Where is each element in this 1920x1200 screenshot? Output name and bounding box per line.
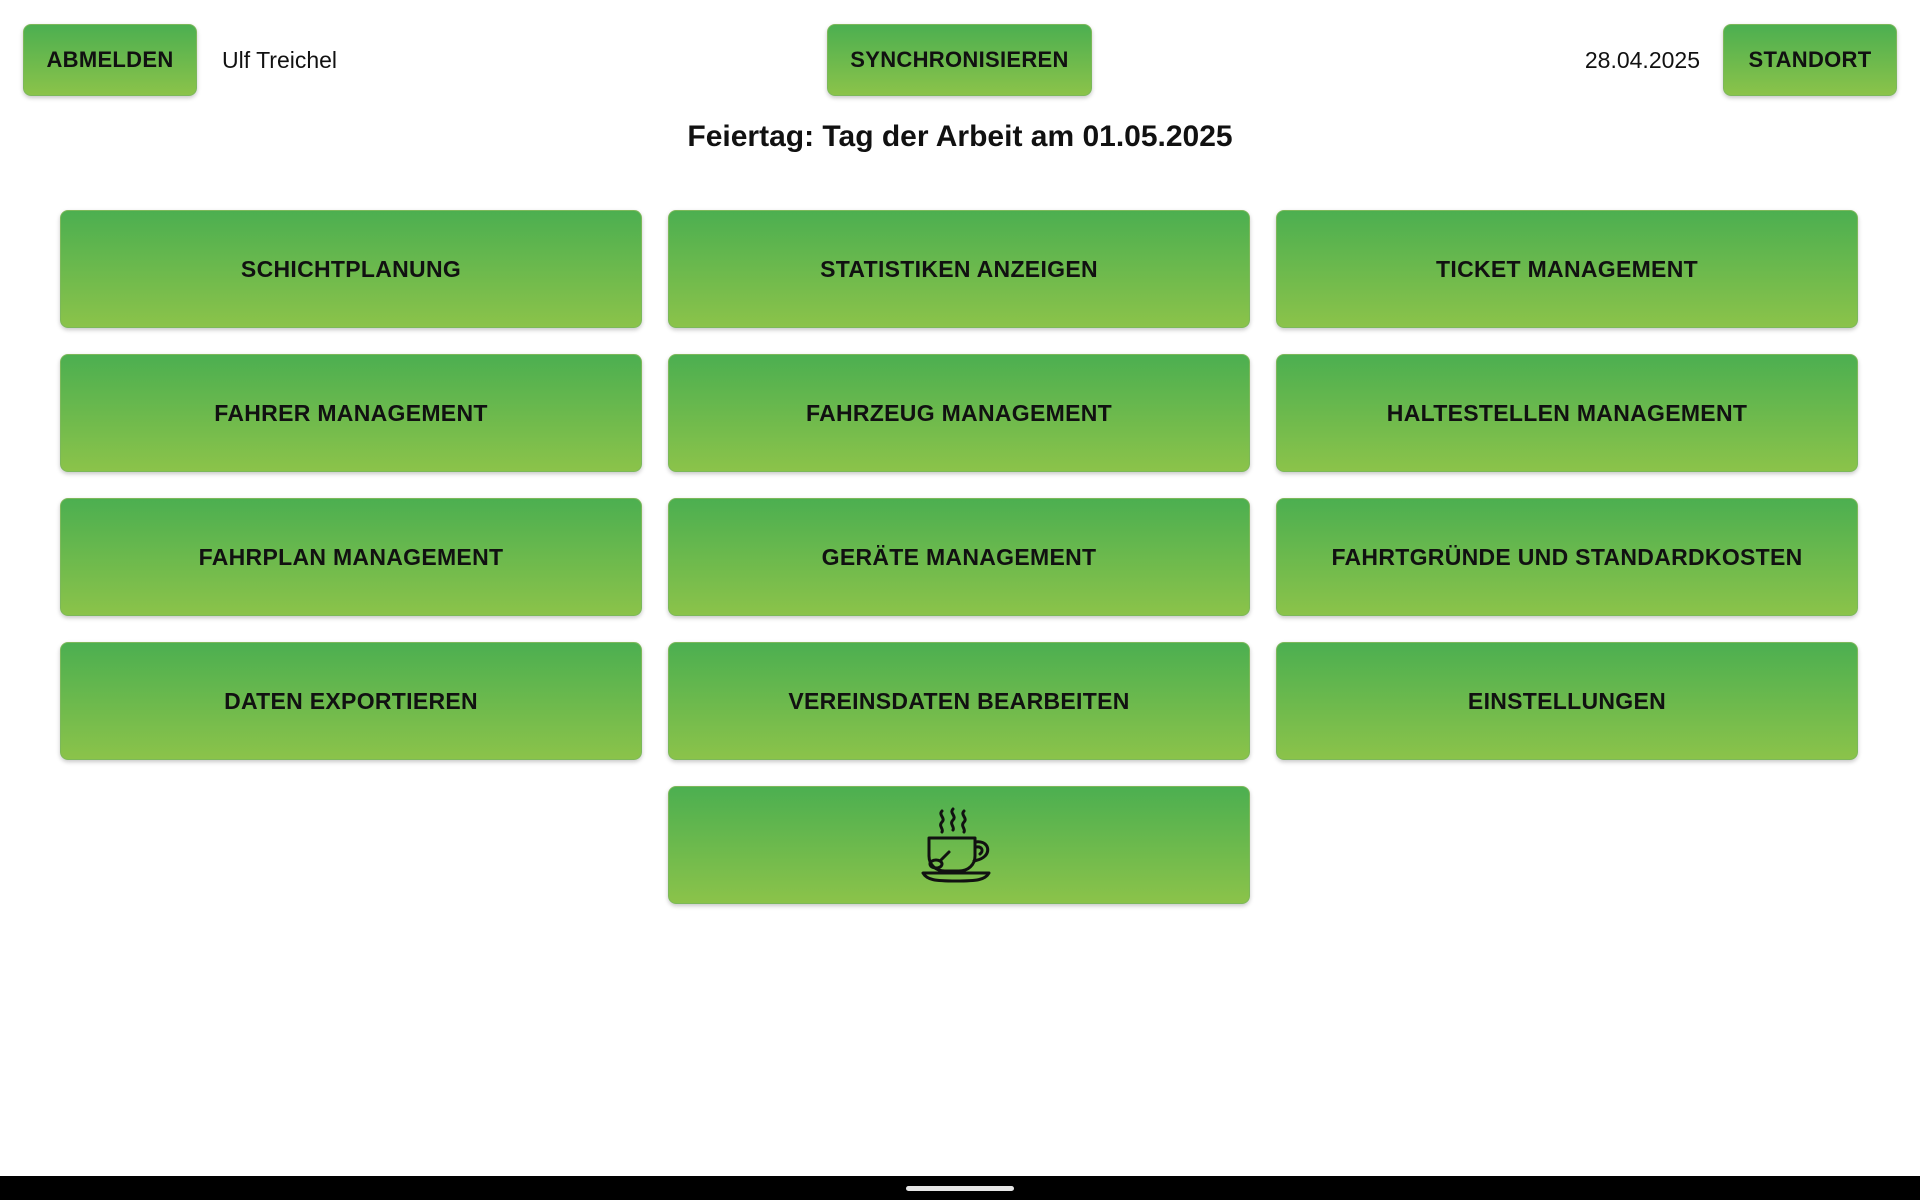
stops-management-button[interactable]: HALTESTELLEN MANAGEMENT [1276, 354, 1858, 472]
export-data-button[interactable]: DATEN EXPORTIEREN [60, 642, 642, 760]
driver-management-button[interactable]: FAHRER MANAGEMENT [60, 354, 642, 472]
ticket-management-button[interactable]: TICKET MANAGEMENT [1276, 210, 1858, 328]
coffee-cup-icon [921, 807, 991, 883]
timetable-management-button[interactable]: FAHRPLAN MANAGEMENT [60, 498, 642, 616]
sync-button[interactable]: SYNCHRONISIEREN [827, 24, 1092, 96]
coffee-break-button[interactable] [668, 786, 1250, 904]
home-gesture-handle[interactable] [906, 1186, 1014, 1191]
edit-club-data-button[interactable]: VEREINSDATEN BEARBEITEN [668, 642, 1250, 760]
location-button[interactable]: STANDORT [1723, 24, 1897, 96]
vehicle-management-button[interactable]: FAHRZEUG MANAGEMENT [668, 354, 1250, 472]
system-navigation-bar [0, 1176, 1920, 1200]
shift-planning-button[interactable]: SCHICHTPLANUNG [60, 210, 642, 328]
settings-button[interactable]: EINSTELLUNGEN [1276, 642, 1858, 760]
logout-button[interactable]: ABMELDEN [23, 24, 197, 96]
current-date: 28.04.2025 [1584, 46, 1700, 73]
trip-reasons-costs-button[interactable]: FAHRTGRÜNDE UND STANDARDKOSTEN [1276, 498, 1858, 616]
user-name: Ulf Treichel [222, 46, 338, 73]
device-management-button[interactable]: GERÄTE MANAGEMENT [668, 498, 1250, 616]
holiday-notice: Feiertag: Tag der Arbeit am 01.05.2025 [687, 120, 1233, 153]
show-statistics-button[interactable]: STATISTIKEN ANZEIGEN [668, 210, 1250, 328]
